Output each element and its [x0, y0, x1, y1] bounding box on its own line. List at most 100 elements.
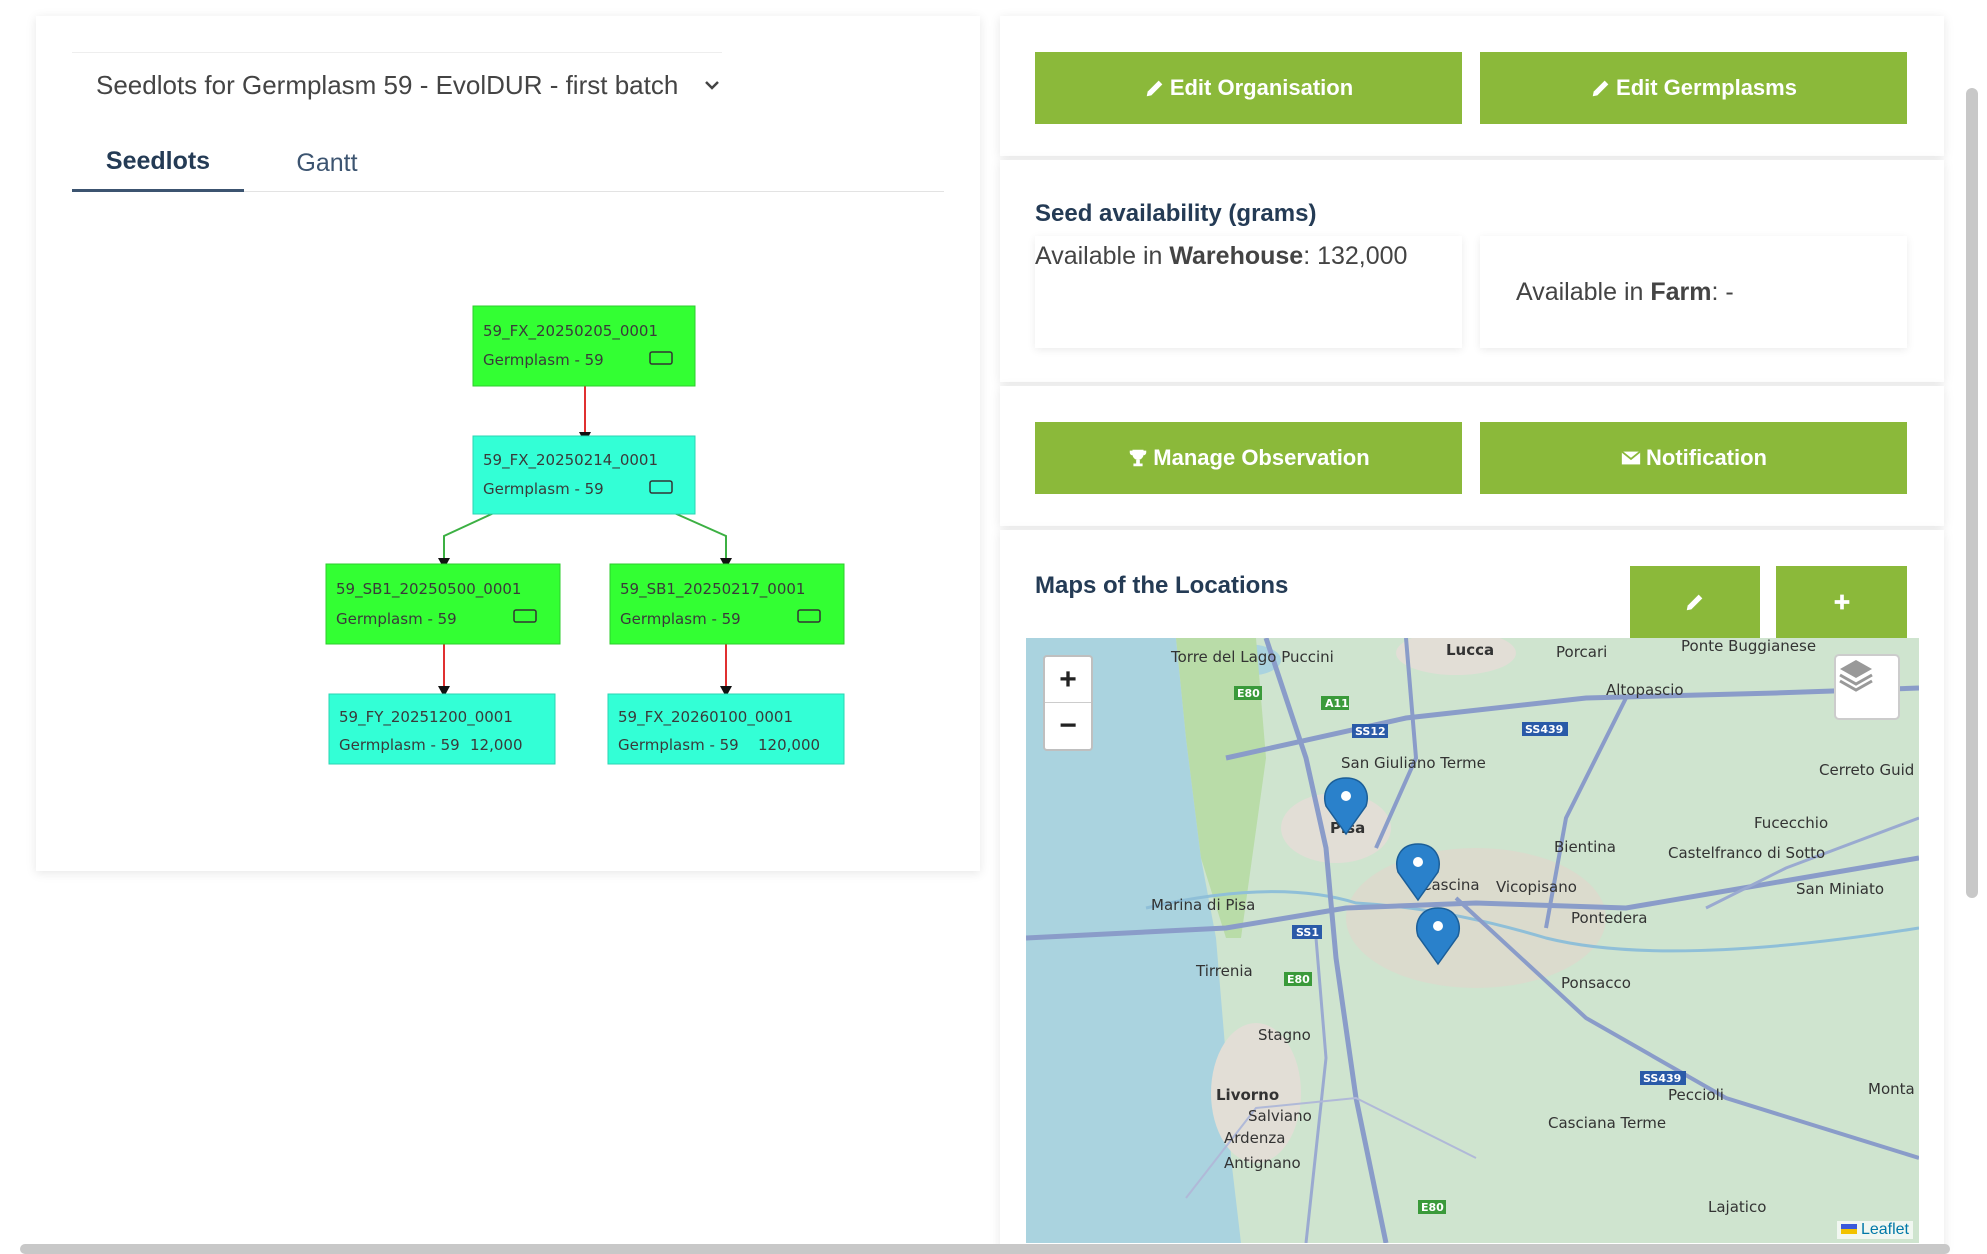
pencil-icon — [1686, 594, 1703, 611]
layers-icon — [1839, 660, 1873, 692]
svg-text:SS439: SS439 — [1525, 723, 1563, 736]
zoom-in-button[interactable]: + — [1045, 657, 1091, 703]
seedlot-node[interactable]: 59_SB1_20250500_0001 Germplasm - 59 — [325, 563, 561, 645]
seedlot-node[interactable]: 59_SB1_20250217_0001 Germplasm - 59 — [609, 563, 845, 645]
map-label: Ponte Buggianese — [1681, 638, 1816, 655]
seedlot-node[interactable]: 59_FX_20250214_0001 Germplasm - 59 — [472, 435, 696, 515]
tree-edge — [443, 511, 497, 560]
seedlot-id: 59_SB1_20250217_0001 — [620, 580, 805, 599]
seedlot-node[interactable]: 59_FX_20260100_0001 Germplasm - 59 120,0… — [607, 693, 845, 765]
manage-observation-label: Manage Observation — [1153, 445, 1370, 470]
seedlot-germplasm: Germplasm - 59 — [339, 736, 460, 754]
map-label: Tirrenia — [1195, 962, 1253, 980]
seedlot-node[interactable]: 59_FY_20251200_0001 Germplasm - 59 12,00… — [328, 693, 556, 765]
map-label: Ponsacco — [1561, 974, 1631, 992]
locations-map[interactable]: E80 A11 SS12 SS439 SS1 E80 SS439 E80 Luc… — [1026, 638, 1919, 1243]
svg-text:SS1: SS1 — [1296, 926, 1319, 939]
attribution-link[interactable]: Leaflet — [1861, 1221, 1909, 1238]
road-sign: SS439 — [1522, 722, 1568, 736]
warehouse-prefix: Available in — [1035, 242, 1170, 270]
seedlot-panel: Seedlots for Germplasm 59 - EvolDUR - fi… — [36, 16, 980, 871]
seedlot-tree-diagram: 59_FX_20250205_0001 Germplasm - 59 59_FX… — [325, 305, 845, 765]
map-label: Fucecchio — [1754, 814, 1828, 832]
edit-organisation-label: Edit Organisation — [1169, 75, 1354, 100]
road-sign: E80 — [1284, 972, 1312, 986]
add-location-button[interactable] — [1776, 566, 1907, 638]
map-label: Vicopisano — [1496, 878, 1577, 896]
map-label: Casciana Terme — [1548, 1114, 1666, 1132]
edit-germplasms-button[interactable]: Edit Germplasms — [1480, 52, 1907, 124]
map-tiles: E80 A11 SS12 SS439 SS1 E80 SS439 E80 Luc… — [1026, 638, 1919, 1243]
map-label: Cerreto Guid — [1819, 761, 1914, 779]
map-label: Lucca — [1446, 641, 1494, 659]
notification-label: Notification — [1646, 445, 1767, 470]
map-label: Pontedera — [1571, 909, 1647, 927]
road-sign: A11 — [1321, 696, 1349, 710]
manage-observation-button[interactable]: Manage Observation — [1035, 422, 1462, 494]
edit-location-button[interactable] — [1630, 566, 1760, 638]
seedlot-quantity: 120,000 — [758, 736, 820, 754]
map-label: Altopascio — [1606, 681, 1684, 699]
warehouse-label: Warehouse — [1169, 242, 1304, 270]
edit-organisation-button[interactable]: Edit Organisation — [1035, 52, 1462, 124]
plus-icon — [1834, 594, 1849, 610]
pencil-icon — [1146, 80, 1163, 97]
warehouse-availability: Available in Warehouse: 132,000 — [1035, 236, 1462, 348]
map-title: Maps of the Locations — [1035, 572, 1289, 599]
svg-text:SS439: SS439 — [1643, 1072, 1681, 1085]
seedlot-germplasm: Germplasm - 59 — [336, 610, 457, 628]
edit-germplasms-label: Edit Germplasms — [1616, 75, 1797, 100]
envelope-icon — [1621, 450, 1641, 465]
map-label: Torre del Lago Puccini — [1170, 648, 1334, 666]
map-label: San Giuliano Terme — [1341, 754, 1486, 772]
map-label: Porcari — [1556, 643, 1607, 661]
notification-button[interactable]: Notification — [1480, 422, 1907, 494]
flag-icon — [1840, 1224, 1857, 1234]
svg-text:E80: E80 — [1421, 1201, 1444, 1214]
trophy-icon — [1130, 449, 1147, 467]
seedlot-germplasm: Germplasm - 59 — [620, 610, 741, 628]
map-label: Bientina — [1554, 838, 1616, 856]
road-sign: SS439 — [1640, 1071, 1686, 1085]
map-attribution[interactable]: Leaflet — [1836, 1221, 1913, 1239]
map-label: Salviano — [1248, 1107, 1312, 1125]
farm-availability: Available in Farm: - — [1480, 236, 1907, 348]
farm-value: : - — [1711, 278, 1734, 306]
map-label: Marina di Pisa — [1151, 896, 1255, 914]
svg-text:E80: E80 — [1287, 973, 1310, 986]
farm-prefix: Available in — [1516, 278, 1651, 306]
svg-text:E80: E80 — [1237, 687, 1260, 700]
layers-button[interactable] — [1834, 654, 1900, 720]
seedlot-quantity: 12,000 — [470, 736, 523, 754]
map-label: San Miniato — [1796, 880, 1884, 898]
seedlot-id: 59_SB1_20250500_0001 — [336, 580, 521, 599]
road-sign: E80 — [1234, 686, 1262, 700]
horizontal-scrollbar[interactable] — [20, 1244, 1950, 1254]
road-sign: SS12 — [1352, 724, 1388, 738]
seed-availability-title: Seed availability (grams) — [1035, 200, 1317, 227]
seedlot-id: 59_FX_20250205_0001 — [483, 322, 658, 341]
svg-text:SS12: SS12 — [1355, 725, 1386, 738]
pencil-icon — [1592, 80, 1609, 97]
seedlot-germplasm: Germplasm - 59 — [483, 480, 604, 498]
map-label: Monta — [1868, 1080, 1915, 1098]
seedlot-node[interactable]: 59_FX_20250205_0001 Germplasm - 59 — [472, 305, 696, 387]
map-label: Livorno — [1216, 1086, 1279, 1104]
road-sign: SS1 — [1292, 925, 1322, 939]
warehouse-value: : 132,000 — [1303, 242, 1408, 270]
zoom-out-button[interactable]: − — [1045, 703, 1091, 749]
farm-label: Farm — [1650, 278, 1712, 306]
map-label: Peccioli — [1668, 1086, 1724, 1104]
seedlot-id: 59_FX_20250214_0001 — [483, 451, 658, 470]
seedlot-id: 59_FY_20251200_0001 — [339, 708, 513, 727]
tree-edge — [671, 511, 727, 560]
road-sign: E80 — [1418, 1200, 1446, 1214]
map-label: Lajatico — [1708, 1198, 1766, 1216]
map-label: Antignano — [1224, 1154, 1301, 1172]
map-label: Castelfranco di Sotto — [1668, 844, 1825, 862]
vertical-scrollbar[interactable] — [1966, 88, 1978, 898]
zoom-control: + − — [1043, 655, 1093, 751]
map-label: Ardenza — [1224, 1129, 1286, 1147]
seedlot-id: 59_FX_20260100_0001 — [618, 708, 793, 727]
svg-text:A11: A11 — [1325, 697, 1349, 710]
